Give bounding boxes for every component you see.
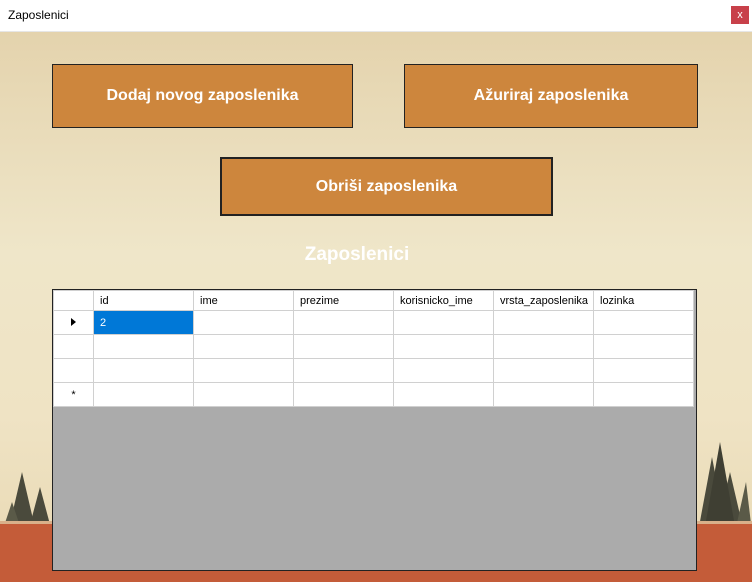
- main-panel: Dodaj novog zaposlenika Ažuriraj zaposle…: [0, 32, 752, 582]
- corner-header[interactable]: [53, 290, 94, 311]
- table-cell[interactable]: [193, 382, 294, 407]
- table-cell[interactable]: [293, 358, 394, 383]
- table-cell[interactable]: [393, 358, 494, 383]
- column-header-lozinka[interactable]: lozinka: [593, 290, 694, 311]
- column-header-prezime[interactable]: prezime: [293, 290, 394, 311]
- new-row[interactable]: *: [53, 382, 694, 407]
- column-header-id[interactable]: id: [93, 290, 194, 311]
- table-cell[interactable]: [293, 310, 394, 335]
- table-row[interactable]: 2: [53, 310, 694, 335]
- header-row: id ime prezime korisnicko_ime vrsta_zapo…: [53, 290, 694, 311]
- table-cell[interactable]: [93, 334, 194, 359]
- table-cell[interactable]: [193, 334, 294, 359]
- update-employee-button[interactable]: Ažuriraj zaposlenika: [404, 64, 698, 128]
- table-cell[interactable]: [593, 334, 694, 359]
- add-employee-button[interactable]: Dodaj novog zaposlenika: [52, 64, 353, 128]
- current-row-arrow-icon: [71, 317, 76, 326]
- row-header[interactable]: [53, 358, 94, 383]
- table-cell[interactable]: [193, 358, 294, 383]
- row-header[interactable]: [53, 310, 94, 335]
- employees-table: id ime prezime korisnicko_ime vrsta_zapo…: [53, 290, 694, 407]
- table-row[interactable]: [53, 358, 694, 383]
- table-cell[interactable]: 2: [93, 310, 194, 335]
- employees-grid[interactable]: id ime prezime korisnicko_ime vrsta_zapo…: [52, 289, 697, 571]
- table-cell[interactable]: [393, 334, 494, 359]
- section-title: Zaposlenici: [304, 244, 410, 265]
- table-cell[interactable]: [493, 382, 594, 407]
- table-cell[interactable]: [193, 310, 294, 335]
- table-cell[interactable]: [593, 358, 694, 383]
- row-header[interactable]: [53, 334, 94, 359]
- column-header-vrsta-zaposlenika[interactable]: vrsta_zaposlenika: [493, 290, 594, 311]
- table-cell[interactable]: [293, 334, 394, 359]
- column-header-ime[interactable]: ime: [193, 290, 294, 311]
- table-row[interactable]: [53, 334, 694, 359]
- table-cell[interactable]: [93, 382, 194, 407]
- table-cell[interactable]: [493, 334, 594, 359]
- table-cell[interactable]: [293, 382, 394, 407]
- table-cell[interactable]: [393, 382, 494, 407]
- column-header-korisnicko-ime[interactable]: korisnicko_ime: [393, 290, 494, 311]
- table-cell[interactable]: [493, 310, 594, 335]
- title-bar: Zaposlenici x: [0, 0, 752, 32]
- table-cell[interactable]: [593, 382, 694, 407]
- window-title: Zaposlenici: [8, 8, 69, 22]
- table-cell[interactable]: [593, 310, 694, 335]
- delete-employee-button[interactable]: Obriši zaposlenika: [220, 157, 553, 216]
- close-button[interactable]: x: [731, 6, 749, 24]
- table-cell[interactable]: [393, 310, 494, 335]
- table-cell[interactable]: [493, 358, 594, 383]
- new-row-marker[interactable]: *: [53, 382, 94, 407]
- table-cell[interactable]: [93, 358, 194, 383]
